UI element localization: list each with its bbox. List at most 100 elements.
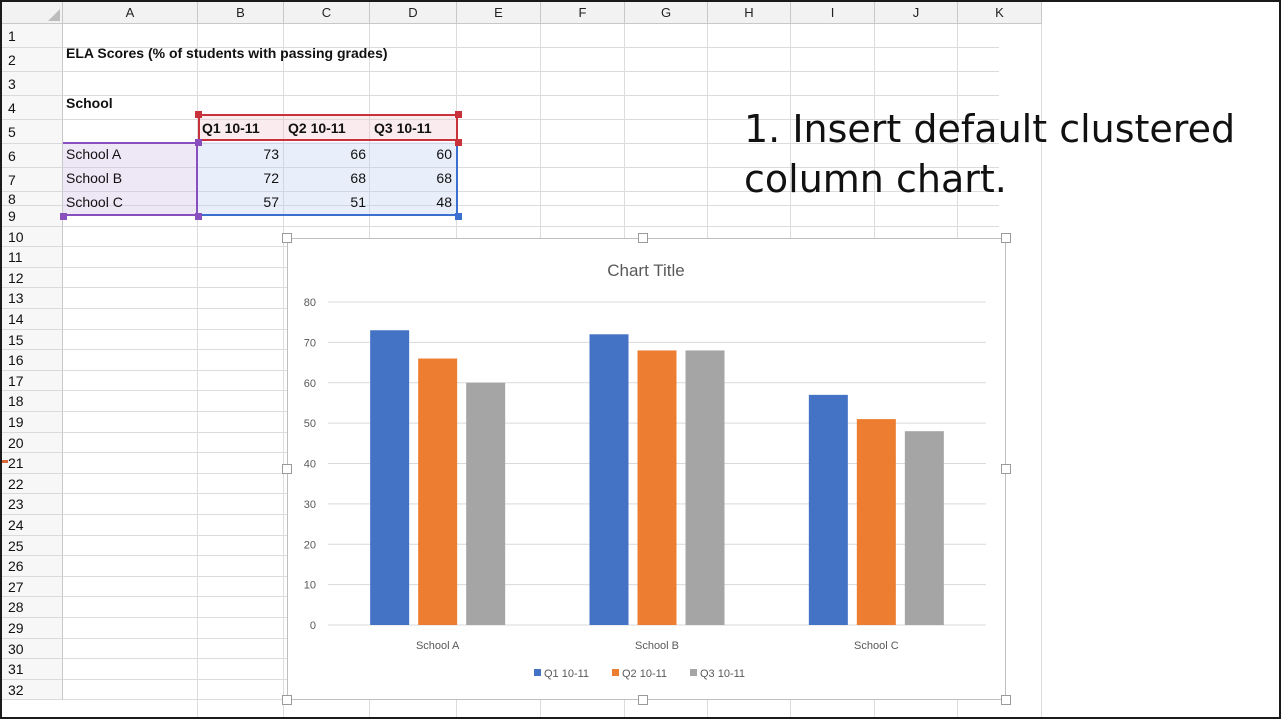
row-header-21[interactable]: 21	[2, 453, 63, 474]
row-header-5[interactable]: 5	[2, 120, 63, 144]
legend-swatch	[534, 669, 541, 676]
chart-resize-handle[interactable]	[1001, 464, 1011, 474]
bar[interactable]	[589, 334, 629, 625]
chart-resize-handle[interactable]	[282, 464, 292, 474]
column-header-h[interactable]: H	[708, 2, 791, 24]
row-header-3[interactable]: 3	[2, 72, 63, 96]
grid-hline	[63, 71, 999, 72]
select-all-corner[interactable]	[2, 2, 63, 24]
row-header-13[interactable]: 13	[2, 288, 63, 309]
row-header-24[interactable]: 24	[2, 515, 63, 536]
row-header-27[interactable]: 27	[2, 576, 63, 598]
range-handle[interactable]	[455, 213, 462, 220]
range-handle[interactable]	[455, 111, 462, 118]
y-tick-label: 40	[304, 459, 316, 471]
range-handle[interactable]	[195, 139, 202, 146]
chart-resize-handle[interactable]	[638, 695, 648, 705]
row-header-4[interactable]: 4	[2, 96, 63, 120]
row-header-11[interactable]: 11	[2, 247, 63, 268]
row-header-29[interactable]: 29	[2, 618, 63, 639]
cell-d7-value[interactable]: 48	[370, 191, 456, 213]
range-handle[interactable]	[455, 139, 462, 146]
row-header-25[interactable]: 25	[2, 535, 63, 557]
row-header-28[interactable]: 28	[2, 597, 63, 618]
column-header-k[interactable]: K	[958, 2, 1042, 24]
row-header-16[interactable]: 16	[2, 350, 63, 371]
row-header-8[interactable]: 8	[2, 192, 63, 206]
row-header-15[interactable]: 15	[2, 329, 63, 351]
row-header-9[interactable]: 9	[2, 206, 63, 227]
row-header-2[interactable]: 2	[2, 48, 63, 72]
row-header-32[interactable]: 32	[2, 679, 63, 701]
cell-b7-value[interactable]: 57	[198, 191, 283, 213]
column-header-e[interactable]: E	[457, 2, 541, 24]
cell-c7-value[interactable]: 51	[284, 191, 370, 213]
column-header-i[interactable]: I	[791, 2, 875, 24]
cell-b4-header[interactable]: Q1 10-11	[202, 117, 260, 139]
cell-d4-header[interactable]: Q3 10-11	[374, 117, 432, 139]
bar[interactable]	[685, 350, 725, 625]
legend-label: Q2 10-11	[622, 668, 667, 680]
bar[interactable]	[856, 419, 896, 625]
row-header-22[interactable]: 22	[2, 473, 63, 495]
instruction-line-2: column chart.	[744, 157, 1007, 201]
row-header-31[interactable]: 31	[2, 659, 63, 680]
cell-d5-value[interactable]: 60	[370, 143, 456, 165]
row-header-30[interactable]: 30	[2, 638, 63, 660]
chart-resize-handle[interactable]	[1001, 695, 1011, 705]
range-handle[interactable]	[195, 111, 202, 118]
cell-a3-school[interactable]: School	[66, 92, 113, 114]
row-header-1[interactable]: 1	[2, 24, 63, 48]
column-header-a[interactable]: A	[63, 2, 198, 24]
row-header-20[interactable]: 20	[2, 432, 63, 454]
x-category-label: School C	[854, 640, 899, 652]
row-header-14[interactable]: 14	[2, 309, 63, 330]
instruction-line-1: 1. Insert default clustered	[744, 107, 1236, 151]
clustered-column-chart[interactable]: Chart Title 0 10 20 30 40 50 60 70 80 School A Sch…	[287, 238, 1006, 700]
cell-c6-value[interactable]: 68	[284, 167, 370, 189]
row-header-19[interactable]: 19	[2, 412, 63, 433]
row-header-12[interactable]: 12	[2, 267, 63, 289]
y-tick-label: 10	[304, 580, 316, 592]
column-header-f[interactable]: F	[541, 2, 625, 24]
legend-label: Q3 10-11	[700, 668, 745, 680]
cell-b5-value[interactable]: 73	[198, 143, 283, 165]
cell-a5-school[interactable]: School A	[66, 143, 121, 165]
cell-d6-value[interactable]: 68	[370, 167, 456, 189]
column-header-j[interactable]: J	[875, 2, 958, 24]
chart-resize-handle[interactable]	[1001, 233, 1011, 243]
x-category-label: School B	[635, 640, 679, 652]
column-header-b[interactable]: B	[198, 2, 284, 24]
cell-a6-school[interactable]: School B	[66, 167, 122, 189]
cell-a1-title[interactable]: ELA Scores (% of students with passing g…	[66, 42, 388, 64]
chart-title[interactable]: Chart Title	[607, 261, 684, 280]
row-header-7[interactable]: 7	[2, 168, 63, 192]
range-handle[interactable]	[60, 213, 67, 220]
bar[interactable]	[808, 394, 848, 625]
row-header-26[interactable]: 26	[2, 556, 63, 577]
screenshot-frame: ABCDEFGHIJK 1 2 3 4 5 6 7 8 9 10 11 12 13 14 15 16 17 18 1…	[0, 0, 1281, 719]
row-header-18[interactable]: 18	[2, 391, 63, 412]
bar[interactable]	[637, 350, 677, 625]
y-tick-label: 70	[304, 337, 316, 349]
cell-c5-value[interactable]: 66	[284, 143, 370, 165]
row-header-23[interactable]: 23	[2, 494, 63, 515]
cell-a7-school[interactable]: School C	[66, 191, 123, 213]
bar[interactable]	[418, 358, 458, 625]
column-header-c[interactable]: C	[284, 2, 370, 24]
chart-resize-handle[interactable]	[282, 695, 292, 705]
column-header-g[interactable]: G	[625, 2, 708, 24]
column-header-d[interactable]: D	[370, 2, 457, 24]
row-header-17[interactable]: 17	[2, 370, 63, 392]
row-header-10[interactable]: 10	[2, 226, 63, 248]
range-handle[interactable]	[195, 213, 202, 220]
row-header-6[interactable]: 6	[2, 144, 63, 168]
cell-c4-header[interactable]: Q2 10-11	[288, 117, 346, 139]
cell-b6-value[interactable]: 72	[198, 167, 283, 189]
chart-resize-handle[interactable]	[638, 233, 648, 243]
y-tick-label: 50	[304, 418, 316, 430]
chart-resize-handle[interactable]	[282, 233, 292, 243]
bar[interactable]	[904, 431, 944, 625]
bar[interactable]	[466, 382, 506, 625]
bar[interactable]	[370, 330, 410, 625]
